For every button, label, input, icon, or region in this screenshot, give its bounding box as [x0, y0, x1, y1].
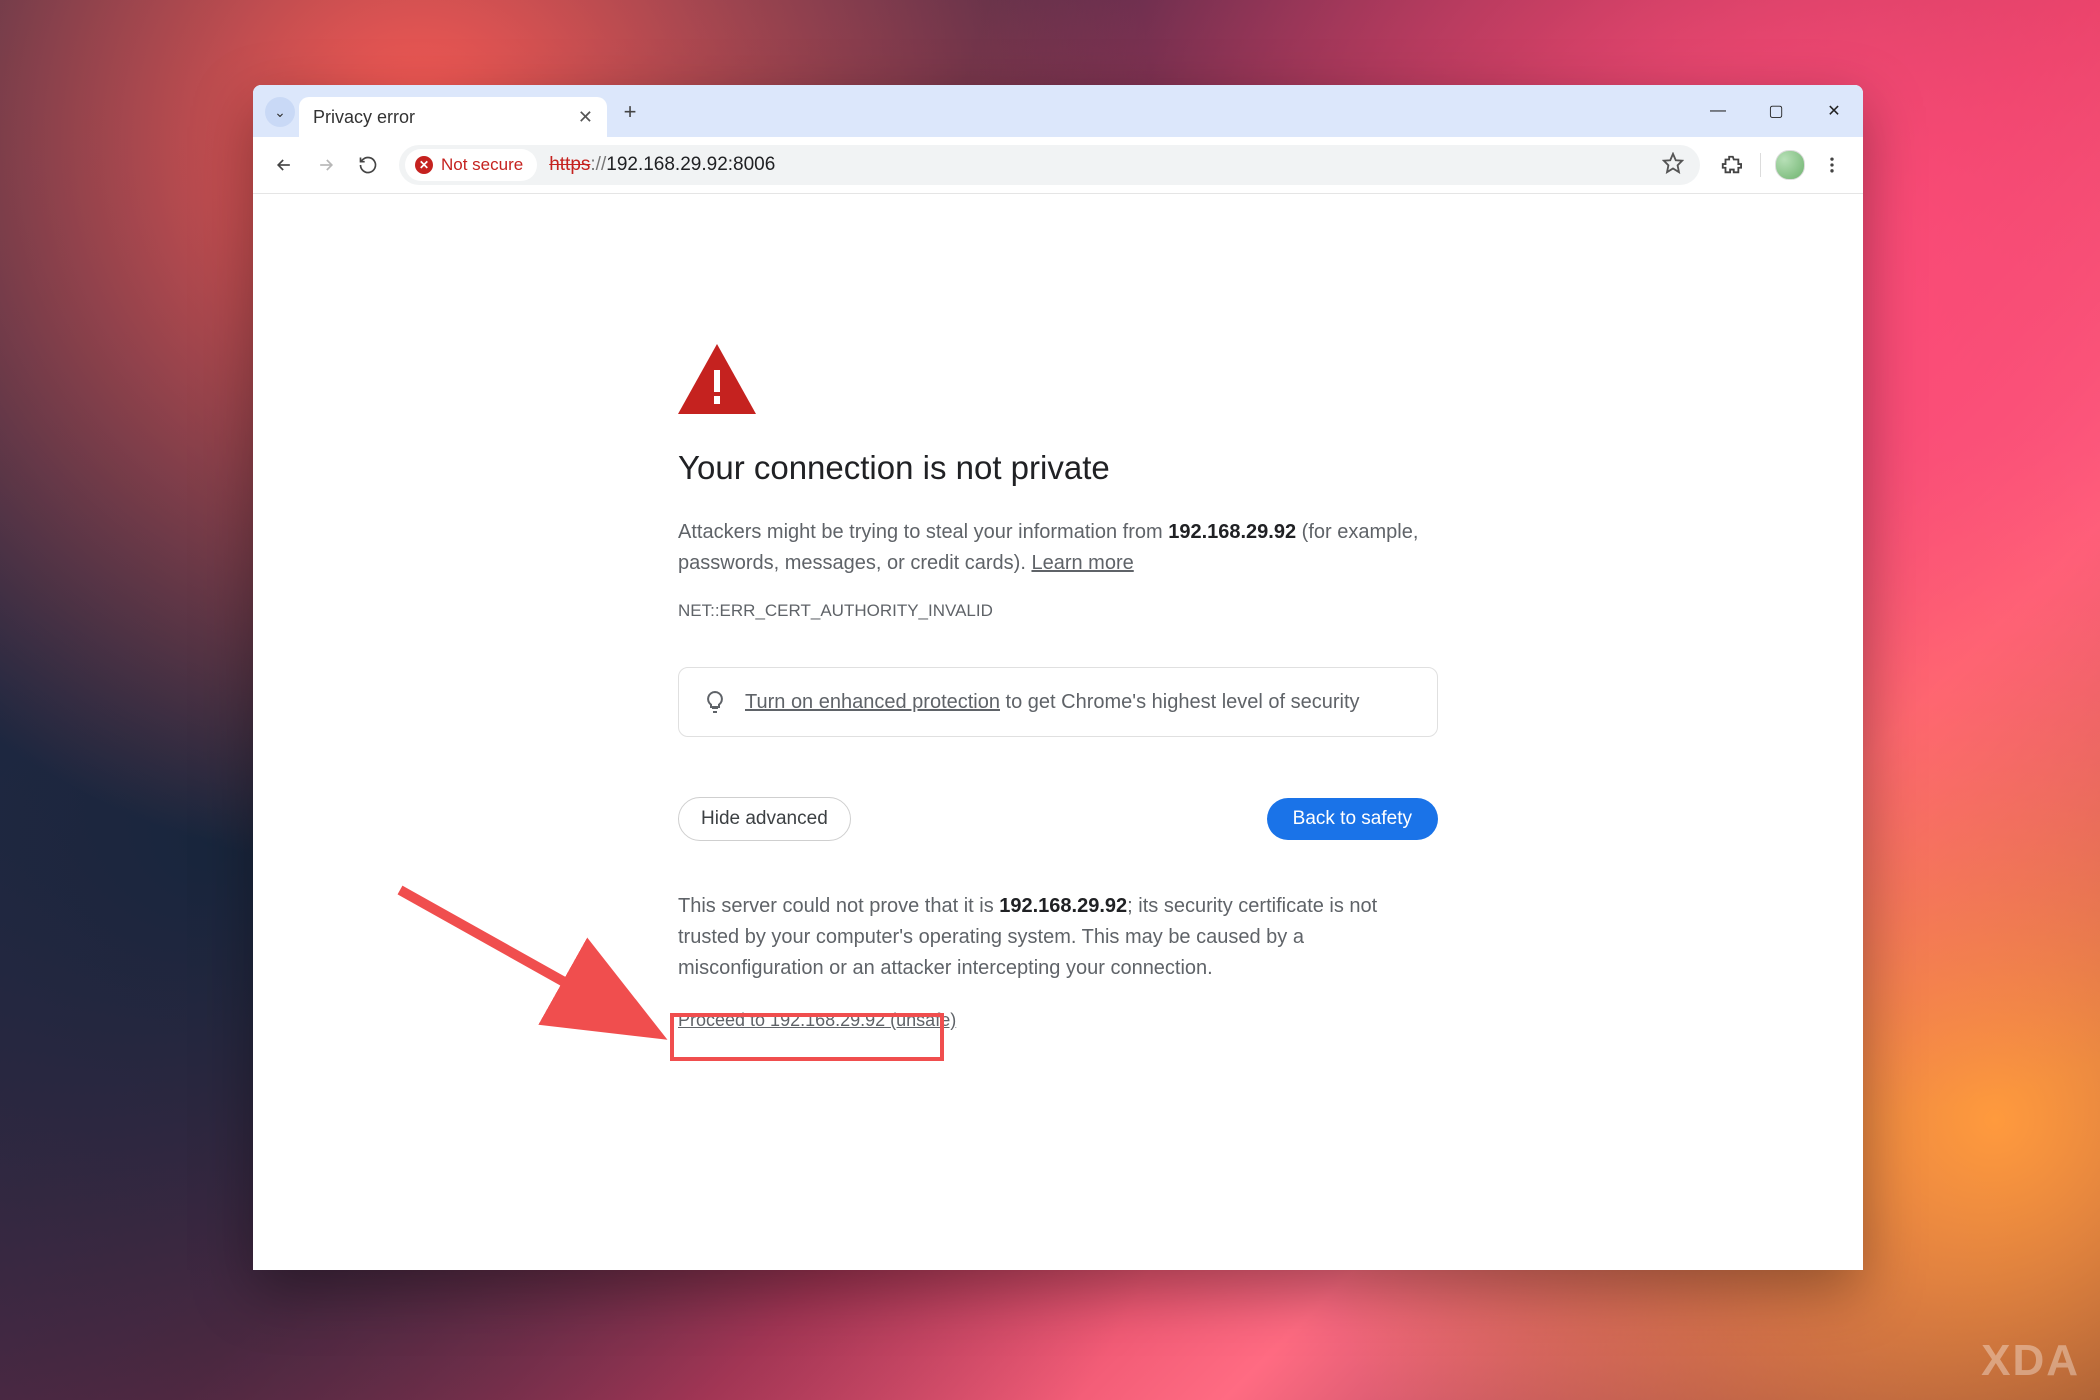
- bookmark-button[interactable]: [1662, 152, 1684, 179]
- error-code: NET::ERR_CERT_AUTHORITY_INVALID: [678, 601, 1438, 621]
- new-tab-button[interactable]: +: [613, 95, 647, 129]
- kebab-icon: [1822, 155, 1842, 175]
- menu-button[interactable]: [1813, 146, 1851, 184]
- profile-avatar[interactable]: [1775, 150, 1805, 180]
- watermark: XDA: [1981, 1336, 2080, 1386]
- lightbulb-icon: [703, 690, 727, 714]
- maximize-button[interactable]: ▢: [1747, 85, 1805, 137]
- url-scheme: https: [549, 154, 590, 175]
- button-row: Hide advanced Back to safety: [678, 797, 1438, 841]
- reload-button[interactable]: [349, 146, 387, 184]
- reload-icon: [358, 155, 378, 175]
- plus-icon: +: [624, 99, 637, 125]
- tab-close-button[interactable]: ✕: [578, 107, 593, 128]
- security-chip-label: Not secure: [441, 155, 523, 175]
- interstitial-warning-text: Attackers might be trying to steal your …: [678, 517, 1438, 579]
- window-close-button[interactable]: ✕: [1805, 85, 1863, 137]
- learn-more-link[interactable]: Learn more: [1031, 552, 1133, 574]
- window-controls: — ▢ ✕: [1689, 85, 1863, 137]
- url-text: https://192.168.29.92:8006: [549, 154, 775, 176]
- danger-icon: ✕: [415, 156, 433, 174]
- star-icon: [1662, 152, 1684, 174]
- search-tabs-button[interactable]: ⌄: [265, 97, 295, 127]
- url-separator: ://: [590, 154, 606, 175]
- puzzle-icon: [1720, 154, 1742, 176]
- browser-window: ⌄ Privacy error ✕ + — ▢ ✕ ✕ Not secure: [253, 85, 1863, 1270]
- toolbar: ✕ Not secure https://192.168.29.92:8006: [253, 137, 1863, 194]
- enhanced-protection-link[interactable]: Turn on enhanced protection: [745, 691, 1000, 713]
- forward-button[interactable]: [307, 146, 345, 184]
- hide-advanced-button[interactable]: Hide advanced: [678, 797, 851, 841]
- extensions-button[interactable]: [1712, 146, 1750, 184]
- arrow-right-icon: [316, 155, 336, 175]
- browser-tab[interactable]: Privacy error ✕: [299, 97, 607, 137]
- address-bar[interactable]: ✕ Not secure https://192.168.29.92:8006: [399, 145, 1700, 185]
- advanced-explanation: This server could not prove that it is 1…: [678, 891, 1438, 984]
- tip-rest: to get Chrome's highest level of securit…: [1000, 691, 1360, 713]
- interstitial-heading: Your connection is not private: [678, 449, 1438, 487]
- proceed-unsafe-link[interactable]: Proceed to 192.168.29.92 (unsafe): [678, 1010, 956, 1030]
- minimize-button[interactable]: —: [1689, 85, 1747, 137]
- chevron-down-icon: ⌄: [274, 104, 286, 121]
- url-host: 192.168.29.92:8006: [606, 154, 775, 175]
- privacy-error-interstitial: Your connection is not private Attackers…: [678, 344, 1438, 1031]
- back-button[interactable]: [265, 146, 303, 184]
- security-chip[interactable]: ✕ Not secure: [405, 149, 537, 181]
- arrow-left-icon: [274, 155, 294, 175]
- back-to-safety-button[interactable]: Back to safety: [1267, 798, 1438, 840]
- page-content: Your connection is not private Attackers…: [253, 194, 1863, 1270]
- tab-title: Privacy error: [313, 107, 415, 128]
- tab-strip: ⌄ Privacy error ✕ + — ▢ ✕: [253, 85, 1863, 137]
- enhanced-protection-tip: Turn on enhanced protection to get Chrom…: [678, 667, 1438, 737]
- toolbar-divider: [1760, 153, 1761, 177]
- warning-triangle-icon: [678, 344, 1438, 419]
